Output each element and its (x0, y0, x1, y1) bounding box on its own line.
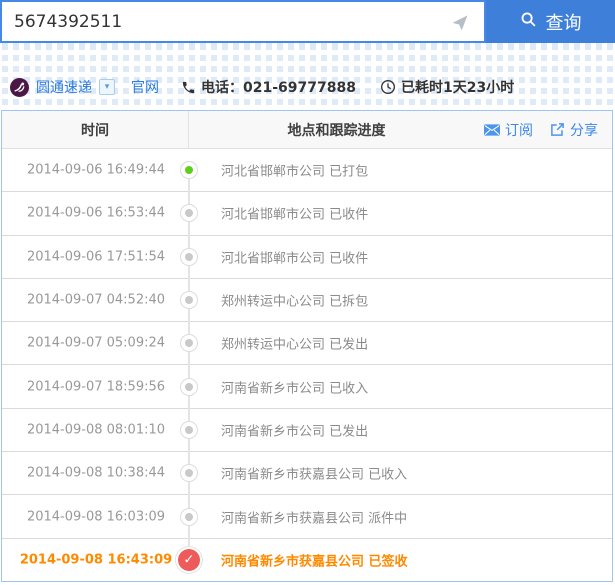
courier-logo-icon (10, 77, 29, 97)
tracking-time: 2014-09-08 10:38:44 (26, 465, 166, 481)
tracking-status: 河北省邯郸市公司 已收件 (221, 207, 369, 223)
search-button-label: 查询 (545, 12, 582, 34)
tracking-status: 河南省新乡市获嘉县公司 已收入 (221, 467, 408, 483)
tracking-time: 2014-09-07 04:52:40 (26, 292, 166, 308)
tracking-marker-icon (180, 204, 198, 223)
tracking-status: 河北省邯郸市公司 已打包 (221, 164, 369, 180)
tracking-status: 郑州转运中心公司 已拆包 (221, 294, 369, 310)
tracking-page: 查询 圆通速递 ▾ 官网 电话：021-69777888 已耗时1天23小时 (0, 0, 615, 585)
tracking-row: 2014-09-06 17:51:54 河北省邯郸市公司 已收件 (2, 234, 612, 278)
tracking-time: 2014-09-07 05:09:24 (26, 335, 166, 351)
tracking-status: 河南省新乡市公司 已收入 (221, 381, 369, 397)
courier-dropdown[interactable]: ▾ (99, 79, 115, 95)
share-button[interactable]: 分享 (550, 120, 598, 140)
search-icon (520, 11, 537, 33)
tracking-time: 2014-09-08 08:01:10 (26, 422, 166, 438)
tracking-row: 2014-09-06 16:49:44 河北省邯郸市公司 已打包 (2, 149, 612, 192)
subscribe-button[interactable]: 订阅 (484, 120, 533, 140)
column-header-progress: 地点和跟踪进度 (287, 122, 386, 139)
tracking-status: 河南省新乡市公司 已发出 (221, 424, 369, 440)
official-site-link[interactable]: 官网 (131, 77, 159, 97)
tracking-row: 2014-09-07 04:52:40 郑州转运中心公司 已拆包 (2, 277, 612, 322)
tracking-time: 2014-09-06 17:51:54 (26, 249, 166, 265)
search-button[interactable]: 查询 (486, 0, 615, 43)
share-icon (551, 123, 564, 136)
courier-info-bar: 圆通速递 ▾ 官网 电话：021-69777888 已耗时1天23小时 (10, 74, 514, 100)
tracking-row: 2014-09-07 18:59:56 河南省新乡市公司 已收入 (2, 364, 612, 408)
elapsed-time-text: 已耗时1天23小时 (400, 80, 515, 96)
courier-name-link[interactable]: 圆通速递 (36, 77, 92, 97)
tracking-status: 郑州转运中心公司 已发出 (221, 337, 369, 353)
tracking-row: 2014-09-08 08:01:10 河南省新乡市公司 已发出 (2, 407, 612, 452)
tracking-time: 2014-09-08 16:03:09 (26, 509, 166, 525)
table-actions: 订阅 分享 (454, 111, 612, 148)
tracking-row: 2014-09-08 16:03:09 河南省新乡市获嘉县公司 派件中 (2, 494, 612, 538)
tracking-table: 时间 地点和跟踪进度 订阅 分享 2014-09-06 16:49:44 河北省… (1, 110, 613, 582)
tracking-status: 河北省邯郸市公司 已收件 (221, 251, 369, 267)
tracking-marker-icon (180, 464, 198, 483)
tracking-time: 2014-09-08 16:43:09 (19, 552, 173, 568)
clock-icon (380, 80, 395, 94)
table-header: 时间 地点和跟踪进度 订阅 分享 (2, 111, 612, 149)
tracking-time: 2014-09-07 18:59:56 (26, 379, 166, 395)
subscribe-label: 订阅 (505, 122, 533, 139)
tracking-row: 2014-09-07 05:09:24 郑州转运中心公司 已发出 (2, 321, 612, 365)
tracking-time: 2014-09-06 16:49:44 (26, 162, 166, 178)
tracking-marker-icon (180, 291, 198, 310)
phone-icon (182, 81, 195, 93)
courier-phone: 电话：021-69777888 (181, 77, 356, 97)
elapsed-time: 已耗时1天23小时 (380, 77, 514, 97)
tracking-marker-icon (180, 161, 198, 180)
search-bar: 查询 (0, 0, 615, 43)
send-icon[interactable] (450, 12, 470, 32)
tracking-marker-icon (180, 507, 198, 526)
tracking-number-input[interactable] (2, 2, 484, 41)
column-header-time: 时间 (2, 111, 189, 148)
tracking-marker-icon (178, 548, 200, 571)
tracking-rows: 2014-09-06 16:49:44 河北省邯郸市公司 已打包 2014-09… (2, 149, 612, 581)
tracking-marker-icon (180, 377, 198, 396)
tracking-status: 河南省新乡市获嘉县公司 派件中 (221, 511, 408, 527)
search-input-wrap (0, 0, 486, 43)
tracking-marker-icon (180, 247, 198, 266)
tracking-marker-icon (180, 420, 198, 439)
mail-icon (484, 123, 500, 136)
tracking-row: 2014-09-08 10:38:44 河南省新乡市获嘉县公司 已收入 (2, 451, 612, 495)
share-label: 分享 (570, 122, 598, 139)
courier-phone-text: 电话：021-69777888 (201, 80, 356, 96)
tracking-time: 2014-09-06 16:53:44 (26, 205, 166, 221)
tracking-marker-icon (180, 334, 198, 353)
tracking-row: 2014-09-06 16:53:44 河北省邯郸市公司 已收件 (2, 191, 612, 235)
tracking-status: 河南省新乡市获嘉县公司 已签收 (221, 554, 408, 570)
tracking-row: 2014-09-08 16:43:09 河南省新乡市获嘉县公司 已签收 (2, 537, 612, 581)
